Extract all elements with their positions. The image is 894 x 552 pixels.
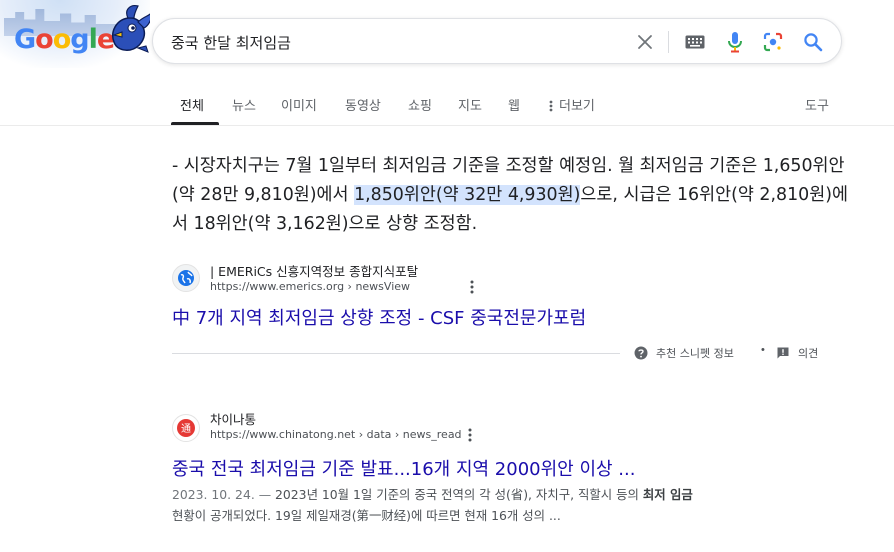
keyboard-icon[interactable]	[683, 30, 707, 54]
tab-shopping[interactable]: 쇼핑	[408, 95, 432, 114]
search-tabs: 전체 뉴스 이미지 동영상 쇼핑 지도 웹 더보기 도구	[0, 86, 894, 126]
feedback-label: 의견	[798, 347, 819, 360]
more-vert-icon[interactable]	[466, 279, 478, 295]
logo-letter: G	[14, 24, 36, 55]
result-snippet-b: 현황이 공개되었다. 19일 제일재경(第一财经)에 따르면 현재 16개 성의…	[172, 508, 561, 523]
featured-snippet-text: - 시장자치구는 7월 1일부터 최저임금 기준을 조정할 예정임. 월 최저임…	[172, 152, 852, 239]
tab-web[interactable]: 웹	[508, 95, 520, 114]
more-vert-icon[interactable]	[464, 427, 476, 443]
footer-divider	[172, 353, 620, 354]
tab-more-label: 더보기	[559, 99, 595, 114]
clear-icon[interactable]	[633, 30, 657, 54]
about-featured-snippets-link[interactable]: 추천 스니펫 정보	[634, 345, 734, 361]
tab-videos[interactable]: 동영상	[345, 95, 381, 114]
more-vert-icon	[549, 100, 553, 112]
footer-separator: •	[761, 344, 765, 356]
lens-icon[interactable]	[761, 30, 785, 54]
header-divider	[0, 125, 894, 126]
featured-snippet-title-link[interactable]: 中 7개 지역 최저임금 상향 조정 - CSF 중국전문가포럼	[172, 304, 586, 330]
result-title-link[interactable]: 중국 전국 최저임금 기준 발표...16개 지역 2000위안 이상 ...	[172, 455, 635, 481]
search-icon[interactable]	[801, 30, 825, 54]
feedback-icon	[777, 347, 789, 359]
about-label: 추천 스니펫 정보	[656, 347, 734, 360]
search-divider	[668, 31, 669, 53]
help-icon	[634, 346, 648, 360]
google-doodle-logo[interactable]: Google	[0, 0, 150, 68]
result-snippet: 2023. 10. 24. — 2023년 10월 1일 기준의 중국 전역의 …	[172, 484, 792, 526]
tab-more[interactable]: 더보기	[549, 95, 595, 114]
result-site-url: https://www.chinatong.net › data › news_…	[210, 428, 462, 441]
tab-images[interactable]: 이미지	[281, 95, 317, 114]
svg-text:通: 通	[181, 423, 191, 435]
snippet-highlight: 1,850위안(약 32만 4,930원)	[354, 185, 581, 205]
source-site-name: | EMERiCs 신흥지역정보 종합지식포탈	[210, 264, 419, 279]
logo-letter: o	[52, 24, 72, 55]
logo-letter: l	[88, 24, 98, 55]
source-site-url: https://www.emerics.org › newsView	[210, 280, 411, 293]
tab-all[interactable]: 전체	[180, 95, 204, 114]
chinatong-favicon-icon: 通	[172, 414, 200, 442]
header: Google	[0, 0, 894, 80]
search-box[interactable]	[152, 18, 842, 64]
globe-icon	[172, 264, 200, 292]
mic-icon[interactable]	[723, 30, 747, 54]
logo-letter: o	[35, 24, 54, 55]
doodle-logo-text: Google	[14, 24, 115, 55]
result-snippet-bold: 최저 임금	[642, 487, 693, 502]
result-snippet-a: 2023년 10월 1일 기준의 중국 전역의 각 성(省), 자치구, 직할시…	[275, 487, 643, 502]
search-input[interactable]	[171, 31, 611, 53]
feedback-link[interactable]: 의견	[776, 345, 818, 361]
featured-snippet-footer: 추천 스니펫 정보 • 의견	[172, 343, 832, 363]
bird-icon	[112, 5, 150, 53]
tab-news[interactable]: 뉴스	[232, 95, 256, 114]
result-site-name: 차이나통	[210, 412, 257, 427]
tools-button[interactable]: 도구	[805, 95, 829, 114]
result-source[interactable]: 通 차이나통 https://www.chinatong.net › data …	[172, 408, 632, 448]
result-date: 2023. 10. 24. —	[172, 487, 276, 502]
logo-letter: g	[70, 24, 89, 55]
tab-maps[interactable]: 지도	[458, 95, 482, 114]
featured-snippet-source[interactable]: | EMERiCs 신흥지역정보 종합지식포탈 https://www.emer…	[172, 260, 632, 300]
